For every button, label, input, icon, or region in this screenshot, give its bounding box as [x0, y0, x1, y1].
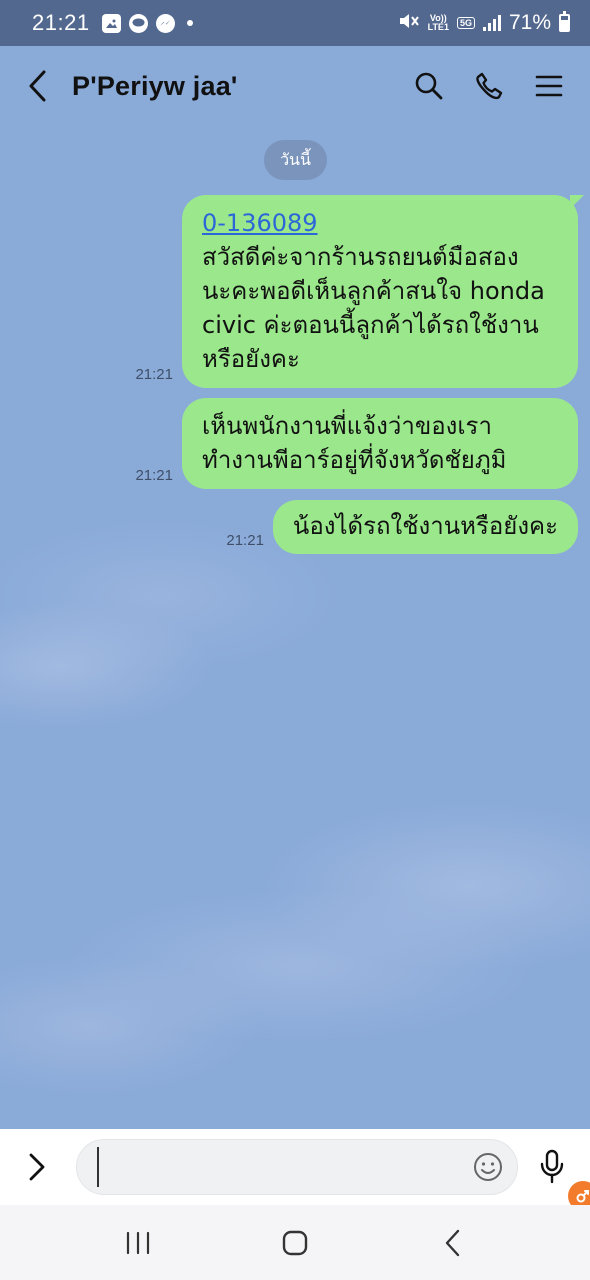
header-actions [412, 69, 566, 103]
message-time: 21:21 [135, 366, 173, 383]
chat-title: P'Periyw jaa' [72, 70, 238, 101]
message-line: civic ค่ะตอนนี้ลูกค้าได้รถใช้งาน [202, 311, 539, 339]
message-row: 21:21 น้องได้รถใช้งานหรือยังคะ [226, 500, 578, 554]
message-bubble[interactable]: เห็นพนักงานพี่แจ้งว่าของเรา ทำงานพีอาร์อ… [182, 398, 578, 489]
home-icon [282, 1230, 308, 1255]
message-line: ทำงานพีอาร์อยู่ที่จังหวัดชัยภูมิ [202, 446, 507, 474]
voice-button[interactable] [536, 1147, 568, 1187]
recent-apps-icon [127, 1231, 150, 1254]
system-back-button[interactable] [422, 1218, 482, 1268]
system-nav-bar [0, 1205, 590, 1280]
emoji-button[interactable] [471, 1150, 505, 1184]
phone-link[interactable]: 0-136089 [202, 206, 558, 240]
menu-button[interactable] [532, 69, 566, 103]
search-button[interactable] [412, 69, 446, 103]
more-notifications-dot [186, 20, 193, 26]
message-line: น้องได้รถใช้งานหรือยังคะ [292, 512, 558, 540]
system-back-icon [445, 1229, 459, 1256]
back-button[interactable] [28, 66, 54, 106]
expand-menu-button[interactable] [28, 1147, 56, 1187]
status-time: 21:21 [32, 10, 90, 35]
emoji-icon [474, 1153, 502, 1181]
back-icon [29, 70, 46, 102]
message-line: หรือยังคะ [202, 345, 300, 373]
signal-icon [482, 15, 501, 31]
gallery-notification-icon [101, 13, 121, 33]
home-button[interactable] [265, 1218, 325, 1268]
message-time: 21:21 [226, 532, 264, 549]
line-notification-icon [128, 13, 148, 33]
chat-header: P'Periyw jaa' [0, 46, 590, 126]
message-line: นะคะพอดีเห็นลูกค้าสนใจ honda [202, 277, 545, 305]
chat-area[interactable]: วันนี้ 21:21 0-136089 สวัสดีค่ะจากร้านรถ… [0, 126, 590, 1129]
battery-icon [559, 11, 570, 32]
chevron-right-icon [29, 1153, 45, 1181]
date-separator: วันนี้ [264, 140, 327, 180]
message-line: สวัสดีค่ะจากร้านรถยนต์มือสอง [202, 243, 519, 271]
network-type: 5G [456, 16, 475, 29]
call-button[interactable] [472, 69, 506, 103]
input-bar [0, 1129, 590, 1211]
link-icon [576, 1190, 589, 1203]
message-row: 21:21 0-136089 สวัสดีค่ะจากร้านรถยนต์มือ… [135, 195, 584, 388]
recent-apps-button[interactable] [108, 1218, 168, 1268]
messenger-notification-icon [155, 13, 175, 33]
mute-icon [398, 11, 420, 36]
status-bar: 21:21 Vo)) LTE1 5G 71% [0, 0, 590, 46]
message-input[interactable] [97, 1147, 471, 1187]
network-indicator: 5G [456, 16, 475, 29]
message-line: เห็นพนักงานพี่แจ้งว่าของเรา [202, 412, 492, 440]
status-right: Vo)) LTE1 5G 71% [398, 11, 570, 36]
message-bubble[interactable]: 0-136089 สวัสดีค่ะจากร้านรถยนต์มือสอง นะ… [182, 195, 584, 388]
message-input-container [76, 1139, 518, 1195]
search-icon [415, 72, 443, 100]
volte-indicator: Vo)) LTE1 [428, 14, 449, 32]
notification-icons [101, 13, 193, 33]
battery-percent: 71% [508, 11, 551, 34]
phone-icon [476, 72, 503, 100]
message-time: 21:21 [135, 467, 173, 484]
menu-icon [535, 75, 563, 97]
microphone-icon [540, 1149, 564, 1184]
lte-label: LTE1 [427, 22, 449, 32]
message-bubble[interactable]: น้องได้รถใช้งานหรือยังคะ [272, 500, 578, 554]
message-row: 21:21 เห็นพนักงานพี่แจ้งว่าของเรา ทำงานพ… [135, 398, 578, 489]
